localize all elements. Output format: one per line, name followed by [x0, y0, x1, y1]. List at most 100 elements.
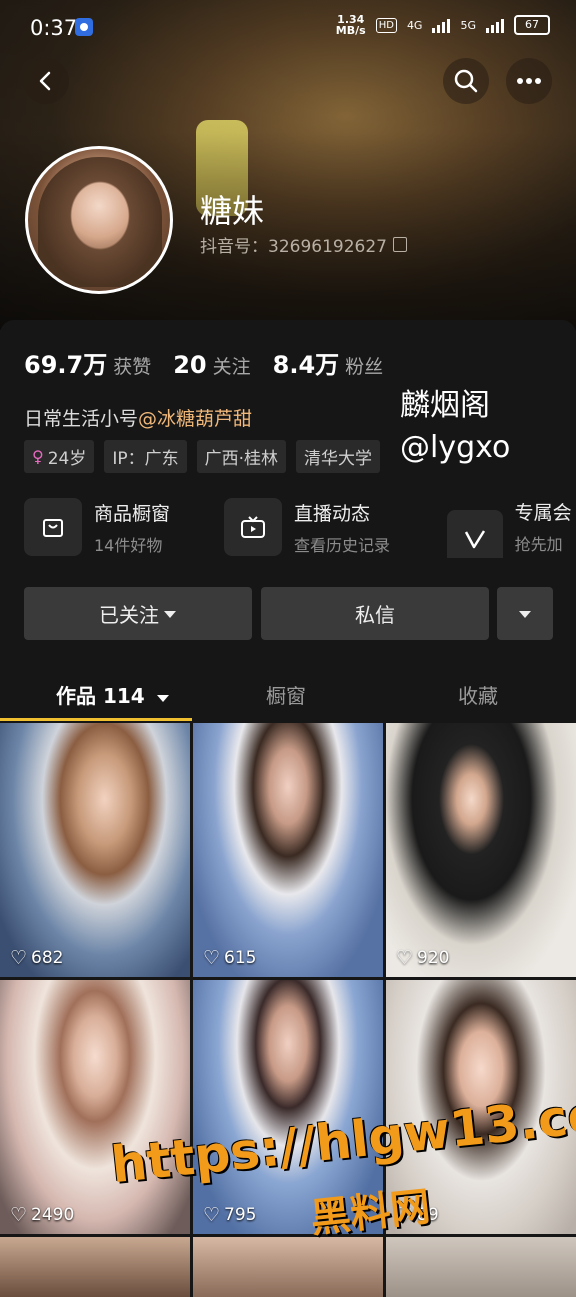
message-button[interactable]: 私信 — [261, 587, 489, 640]
female-icon: ♀ — [32, 447, 44, 466]
tag-ip: IP：广东 — [104, 440, 187, 473]
stat-followers-number: 8.4万 — [272, 351, 340, 379]
followed-button[interactable]: 已关注 — [24, 587, 252, 640]
tab-works[interactable]: 作品 114 — [56, 680, 170, 709]
signal-icon-2 — [486, 17, 504, 33]
tag-location[interactable]: 广西·桂林 — [196, 440, 287, 473]
signal-icon — [432, 17, 451, 33]
stat-likes-number: 69.7万 — [24, 351, 108, 379]
hd-icon: HD — [375, 17, 397, 33]
heart-icon: ♡ — [203, 1204, 221, 1226]
service-membership[interactable]: 专属会抢先加入 — [447, 498, 576, 558]
post-image — [0, 1237, 190, 1297]
caret-down-icon — [519, 610, 531, 618]
stat-followers[interactable]: 8.4万 粉丝 — [273, 345, 384, 380]
app-notification-icon — [75, 18, 93, 36]
bio-text: 日常生活小号 — [24, 408, 139, 430]
post-likes-count: 920 — [417, 948, 450, 968]
overlay-watermark-line2: @lygxo — [400, 430, 511, 465]
stat-following-number: 20 — [173, 351, 207, 379]
active-tab-indicator — [0, 718, 192, 721]
battery-icon: 67 — [514, 15, 550, 35]
douyin-id-text: 抖音号：32696192627 — [200, 237, 387, 257]
tag-school[interactable]: 清华大学 — [296, 440, 381, 473]
post-thumbnail[interactable]: ♡ 682 — [0, 723, 190, 977]
followed-label: 已关注 — [99, 603, 159, 627]
post-likes-count: 2490 — [31, 1205, 75, 1225]
post-image — [386, 723, 576, 977]
tv-icon — [224, 498, 282, 556]
search-icon — [454, 69, 478, 93]
heart-icon: ♡ — [10, 1204, 28, 1226]
bio-mention-link[interactable]: @冰糖葫芦甜 — [138, 408, 252, 430]
overlay-watermark-line1: 麟烟阁 — [400, 388, 490, 423]
tag-age: ♀ 24岁 — [24, 440, 95, 473]
post-likes-count: 615 — [224, 948, 257, 968]
avatar[interactable] — [25, 146, 173, 294]
caret-down-icon — [156, 695, 169, 702]
post-likes-count: 682 — [31, 948, 64, 968]
status-time: 0:37 — [30, 16, 78, 40]
copy-icon[interactable] — [392, 237, 407, 252]
post-likes: ♡ 682 — [10, 947, 64, 969]
status-right: 1.34 MB/s HD 4G 5G 67 — [336, 14, 550, 36]
post-thumbnail[interactable]: ♡ 615 — [193, 723, 383, 977]
stat-following-label: 关注 — [212, 356, 251, 378]
service-entries: 商品橱窗 14件好物 直播动态查看历史记录 专属会抢先加入 — [24, 498, 576, 558]
back-button[interactable] — [23, 58, 69, 104]
service-live-sub: 查看历史记录 — [294, 535, 391, 555]
caret-down-icon — [164, 610, 176, 618]
post-likes: ♡ 615 — [203, 947, 257, 969]
post-thumbnail[interactable] — [193, 1237, 383, 1297]
content-tabs: 作品 114 橱窗 收藏 — [0, 670, 576, 720]
post-likes: ♡ 920 — [396, 947, 450, 969]
profile-tags: ♀ 24岁 IP：广东 广西·桂林 清华大学 — [24, 440, 381, 473]
tab-showcase[interactable]: 橱窗 — [266, 680, 306, 709]
more-button[interactable] — [506, 58, 552, 104]
service-showcase[interactable]: 商品橱窗 14件好物 — [24, 498, 170, 556]
status-bar: 0:37 1.34 MB/s HD 4G 5G 67 — [0, 0, 576, 56]
post-image — [0, 723, 190, 977]
search-button[interactable] — [443, 58, 489, 104]
post-image — [193, 1237, 383, 1297]
bag-icon — [24, 498, 82, 556]
douyin-id: 抖音号：32696192627 — [200, 232, 407, 257]
post-likes-count: 795 — [224, 1205, 257, 1225]
post-likes: ♡ 2490 — [10, 1204, 74, 1226]
avatar-photo — [38, 157, 162, 287]
chevron-left-icon — [39, 71, 51, 91]
profile-bio: 日常生活小号@冰糖葫芦甜 — [24, 404, 252, 431]
heart-icon: ♡ — [10, 947, 28, 969]
profile-nickname: 糖妹 — [200, 192, 265, 230]
post-image — [193, 723, 383, 977]
stat-followers-label: 粉丝 — [345, 356, 384, 378]
tab-works-label: 作品 114 — [56, 684, 145, 708]
heart-icon: ♡ — [396, 947, 414, 969]
overlay-watermark-text: 麟烟阁 @lygxo — [400, 385, 510, 469]
stat-following[interactable]: 20 关注 — [173, 351, 250, 379]
service-showcase-sub: 14件好物 — [94, 535, 163, 555]
net-4g-label: 4G — [406, 18, 423, 32]
post-thumbnail[interactable]: ♡ 2490 — [0, 980, 190, 1234]
more-actions-button[interactable] — [497, 587, 553, 640]
stat-likes-label: 获赞 — [113, 356, 152, 378]
post-likes: ♡ 795 — [203, 1204, 257, 1226]
tab-favorites[interactable]: 收藏 — [458, 680, 498, 709]
profile-stats: 69.7万 获赞 20 关注 8.4万 粉丝 — [24, 345, 383, 380]
network-speed-unit: MB/s — [335, 24, 366, 37]
post-thumbnail[interactable]: ♡ 920 — [386, 723, 576, 977]
service-membership-title: 专属会 — [514, 502, 572, 524]
post-thumbnail[interactable] — [386, 1237, 576, 1297]
network-speed: 1.34 MB/s — [336, 14, 366, 36]
heart-icon: ♡ — [203, 947, 221, 969]
tag-age-label: 24岁 — [47, 449, 87, 469]
post-image — [0, 980, 190, 1234]
service-live-title: 直播动态 — [294, 502, 371, 525]
service-live[interactable]: 直播动态查看历史记录 — [224, 498, 390, 556]
v-icon — [447, 509, 503, 558]
service-showcase-title: 商品橱窗 — [94, 502, 171, 525]
post-thumbnail[interactable] — [0, 1237, 190, 1297]
post-image — [386, 1237, 576, 1297]
more-dots-icon — [517, 78, 541, 84]
stat-likes[interactable]: 69.7万 获赞 — [24, 345, 151, 380]
